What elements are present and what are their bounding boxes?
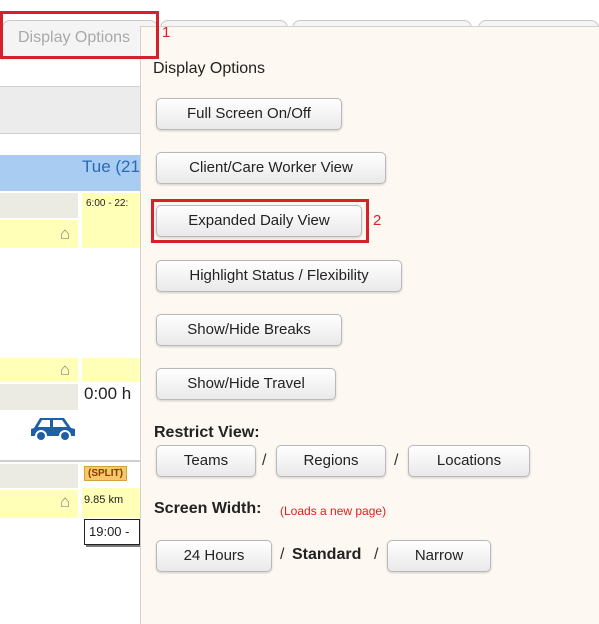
separator: /	[262, 452, 267, 469]
standard-width-label: Standard	[292, 546, 362, 563]
screen-width-label: Screen Width:	[154, 500, 262, 517]
home-icon: ⌂	[59, 224, 71, 243]
locations-button[interactable]: Locations	[408, 445, 530, 477]
annotation-marker-2: 2	[373, 212, 382, 229]
home-icon: ⌂	[59, 360, 71, 379]
panel-title: Display Options	[153, 60, 266, 77]
loads-new-page-note: (Loads a new page)	[280, 504, 387, 518]
row-cell	[0, 464, 78, 488]
regions-button[interactable]: Regions	[276, 445, 386, 477]
client-care-worker-view-button[interactable]: Client/Care Worker View	[156, 152, 386, 184]
separator: /	[394, 452, 399, 469]
separator: /	[280, 546, 285, 563]
show-hide-travel-button[interactable]: Show/Hide Travel	[156, 368, 336, 400]
full-screen-button[interactable]: Full Screen On/Off	[156, 98, 342, 130]
shift-time-range: 6:00 - 22:	[86, 198, 129, 209]
annotation-box-2	[151, 199, 369, 243]
car-icon	[31, 418, 75, 442]
travel-distance: 9.85 km	[84, 494, 124, 506]
home-icon: ⌂	[59, 492, 71, 511]
row-cell	[0, 193, 78, 218]
hours-total: 0:00 h	[84, 384, 132, 403]
annotation-box-1	[0, 11, 159, 59]
day-label[interactable]: Tue (21	[82, 157, 140, 177]
teams-button[interactable]: Teams	[156, 445, 256, 477]
24-hours-button[interactable]: 24 Hours	[156, 540, 272, 572]
separator: /	[374, 546, 379, 563]
row-cell	[0, 384, 78, 410]
annotation-marker-1: 1	[162, 24, 171, 41]
split-badge: (SPLIT)	[84, 466, 127, 481]
calendar-header-band	[0, 86, 140, 134]
divider	[0, 460, 140, 462]
highlight-status-button[interactable]: Highlight Status / Flexibility	[156, 260, 402, 292]
shift-cell[interactable]	[82, 358, 140, 382]
narrow-button[interactable]: Narrow	[387, 540, 491, 572]
time-tooltip: 19:00 -	[84, 519, 140, 545]
show-hide-breaks-button[interactable]: Show/Hide Breaks	[156, 314, 342, 346]
restrict-view-label: Restrict View:	[154, 424, 260, 441]
